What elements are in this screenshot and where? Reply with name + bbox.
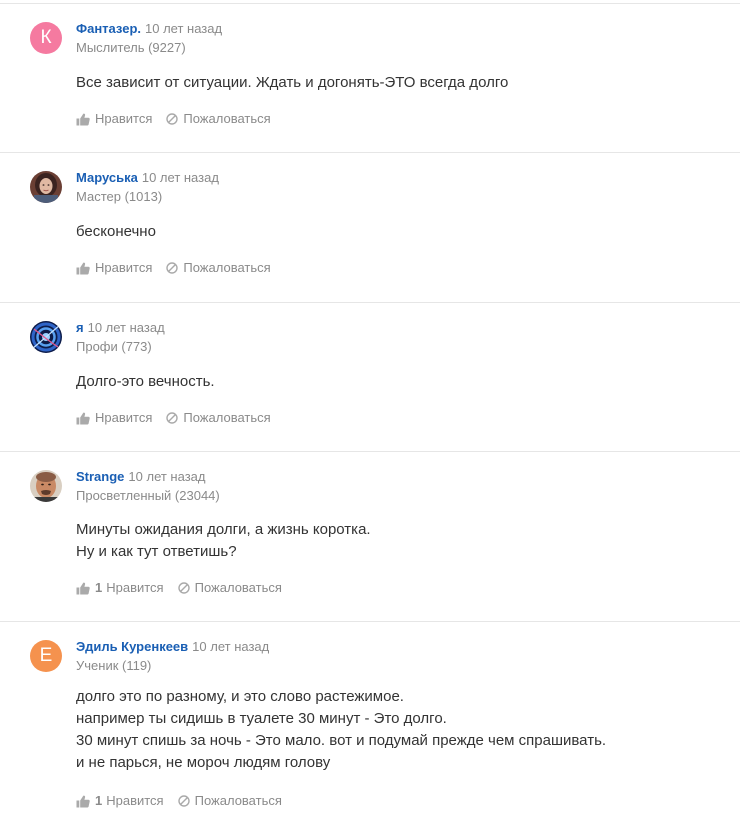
thumbs-up-icon <box>76 412 95 425</box>
like-button[interactable]: 1 Нравится <box>76 792 164 810</box>
like-label: Нравится <box>95 260 153 275</box>
avatar[interactable]: К <box>30 22 62 54</box>
report-label: Пожаловаться <box>183 111 271 126</box>
like-button[interactable]: Нравится <box>76 409 152 427</box>
answer-text-line: Минуты ожидания долги, а жизнь коротка. <box>76 521 371 538</box>
author-name-link[interactable]: Эдиль Куренкеев <box>76 639 188 654</box>
avatar[interactable]: Е <box>30 640 62 672</box>
thumbs-up-icon <box>76 582 95 595</box>
avatar-man-portrait-icon[interactable] <box>30 470 62 502</box>
avatar-woman-portrait-icon[interactable] <box>30 171 62 203</box>
like-label: Нравится <box>106 793 164 808</box>
author-rank: Мастер (1013) <box>76 189 163 204</box>
answer-actions: 1 Нравится Пожаловаться <box>76 792 296 810</box>
author-line: Маруська 10 лет назад <box>76 169 720 187</box>
author-name-link[interactable]: Фантазер. <box>76 21 141 36</box>
answer-item: Strange 10 лет назад Просветленный (23044)… <box>0 451 740 621</box>
report-button[interactable]: Пожаловаться <box>166 110 271 128</box>
answer-text-line: например ты сидишь в туалете 30 минут - … <box>76 710 447 727</box>
answer-text-line: Ну и как тут ответишь? <box>76 543 237 560</box>
report-label: Пожаловаться <box>194 580 282 595</box>
like-button[interactable]: 1 Нравится <box>76 579 164 597</box>
author-line: Эдиль Куренкеев 10 лет назад <box>76 638 720 656</box>
answer-time: 10 лет назад <box>141 170 219 185</box>
author-line: я 10 лет назад <box>76 319 720 337</box>
answer-meta: Фантазер. 10 лет назад Мыслитель (9227) <box>76 20 720 57</box>
author-rank: Профи (773) <box>76 339 152 354</box>
answer-meta: Эдиль Куренкеев 10 лет назад Ученик (119) <box>76 638 720 675</box>
answer-item: Е Эдиль Куренкеев 10 лет назад Ученик (119)… <box>0 621 740 824</box>
block-icon <box>166 412 183 424</box>
answer-text-line: 30 минут спишь за ночь - Это мало. вот и… <box>76 732 607 749</box>
answer-text: бесконечно <box>76 221 720 243</box>
avatar-letter: Е <box>39 645 53 666</box>
like-button[interactable]: Нравится <box>76 110 152 128</box>
report-label: Пожаловаться <box>183 410 271 425</box>
answer-text: долго это по разному, и это слово растеж… <box>76 686 720 774</box>
author-name-link[interactable]: я <box>76 320 84 335</box>
thumbs-up-icon <box>76 795 95 808</box>
answer-time: 10 лет назад <box>128 469 206 484</box>
author-rank: Просветленный (23044) <box>76 488 220 503</box>
answer-item: Маруська 10 лет назад Мастер (1013) бесконе… <box>0 152 740 302</box>
author-line: Фантазер. 10 лет назад <box>76 20 720 38</box>
like-button[interactable]: Нравится <box>76 259 152 277</box>
like-label: Нравится <box>95 111 153 126</box>
block-icon <box>177 795 195 807</box>
author-rank: Ученик (119) <box>76 658 152 673</box>
answer-text: Минуты ожидания долги, а жизнь коротка. Н… <box>76 519 720 563</box>
thumbs-up-icon <box>76 113 95 126</box>
answer-text-line: Все зависит от ситуации. Ждать и догонят… <box>76 74 509 91</box>
answer-text: Долго-это вечность. <box>76 371 720 393</box>
report-button[interactable]: Пожаловаться <box>166 259 271 277</box>
answer-actions: Нравится Пожаловаться <box>76 110 285 128</box>
answer-item: К Фантазер. 10 лет назад Мыслитель (9227) Вс… <box>0 3 740 153</box>
answer-item: я 10 лет назад Профи (773) Долго-это вечнос… <box>0 302 740 452</box>
answer-actions: Нравится Пожаловаться <box>76 409 285 427</box>
block-icon <box>166 262 183 274</box>
author-rank: Мыслитель (9227) <box>76 40 186 55</box>
block-icon <box>166 113 183 125</box>
answer-text-line: и не парься, не мороч людям голову <box>76 754 331 771</box>
answer-meta: Маруська 10 лет назад Мастер (1013) <box>76 169 720 206</box>
like-label: Нравится <box>95 410 153 425</box>
answer-text: Все зависит от ситуации. Ждать и догонят… <box>76 72 720 94</box>
report-label: Пожаловаться <box>194 793 282 808</box>
report-button[interactable]: Пожаловаться <box>166 409 271 427</box>
like-count: 1 <box>95 580 103 595</box>
thumbs-up-icon <box>76 262 95 275</box>
like-count: 1 <box>95 793 103 808</box>
answer-time: 10 лет назад <box>192 639 270 654</box>
author-name-link[interactable]: Маруська <box>76 170 138 185</box>
answer-meta: Strange 10 лет назад Просветленный (23044) <box>76 468 720 505</box>
like-label: Нравится <box>106 580 164 595</box>
answer-text-line: Долго-это вечность. <box>76 373 215 390</box>
answer-text-line: бесконечно <box>76 223 156 240</box>
report-button[interactable]: Пожаловаться <box>177 792 282 810</box>
avatar-blue-spiral-icon[interactable] <box>30 321 62 353</box>
report-button[interactable]: Пожаловаться <box>177 579 282 597</box>
report-label: Пожаловаться <box>183 260 271 275</box>
author-line: Strange 10 лет назад <box>76 468 720 486</box>
block-icon <box>177 582 195 594</box>
answers-list: К Фантазер. 10 лет назад Мыслитель (9227) Вс… <box>0 0 740 824</box>
author-name-link[interactable]: Strange <box>76 469 124 484</box>
answer-actions: Нравится Пожаловаться <box>76 259 285 277</box>
answer-time: 10 лет назад <box>145 21 223 36</box>
avatar-letter: К <box>40 27 52 48</box>
answer-time: 10 лет назад <box>87 320 165 335</box>
answer-meta: я 10 лет назад Профи (773) <box>76 319 720 356</box>
answer-actions: 1 Нравится Пожаловаться <box>76 579 296 597</box>
answer-text-line: долго это по разному, и это слово растеж… <box>76 688 404 705</box>
